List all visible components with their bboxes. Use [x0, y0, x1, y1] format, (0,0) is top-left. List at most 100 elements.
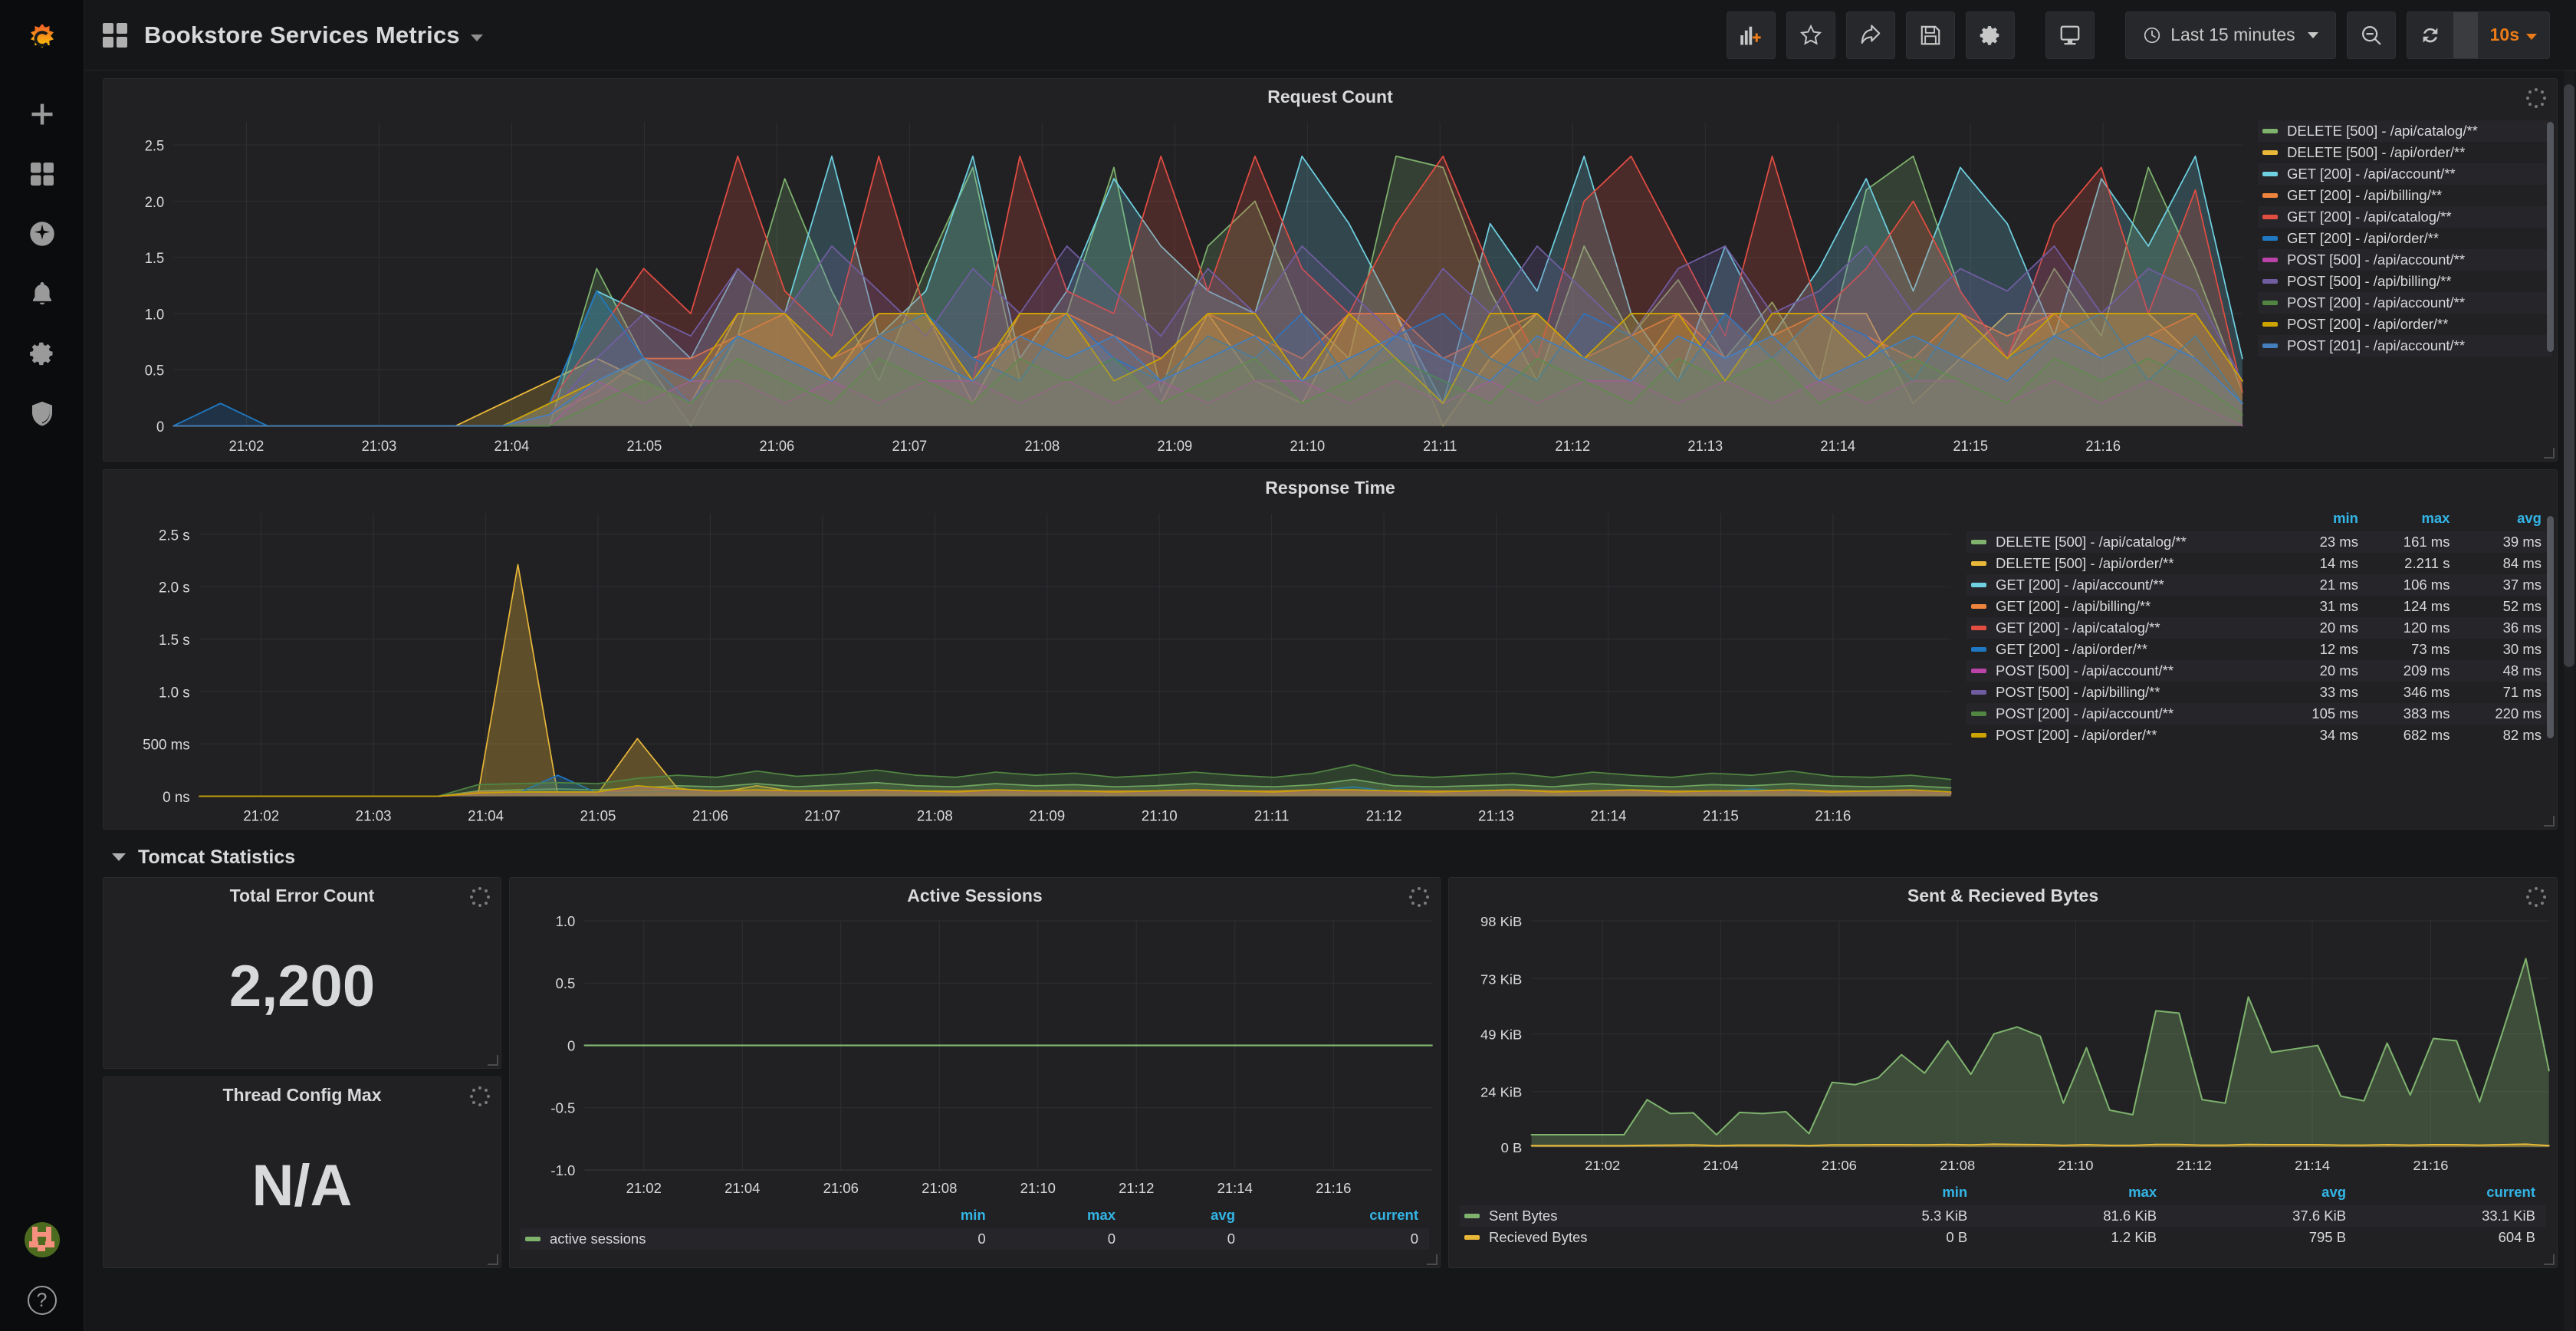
legend-scrollbar[interactable]: [2547, 122, 2554, 352]
refresh-dashboard-button[interactable]: [2407, 12, 2453, 58]
legend-item[interactable]: GET [200] - /api/billing/** 31 ms 124 ms 52…: [1967, 596, 2552, 617]
panel-resize-handle[interactable]: [2544, 1254, 2555, 1265]
legend-header-max[interactable]: max: [2369, 508, 2461, 531]
legend-item[interactable]: active sessions 0 0 0 0: [521, 1228, 1429, 1250]
legend-header-max[interactable]: max: [997, 1205, 1126, 1228]
top-navbar: Bookstore Services Metrics Last 15 minut…: [84, 0, 2576, 71]
time-range-picker[interactable]: Last 15 minutes: [2125, 11, 2336, 59]
panel-resize-handle[interactable]: [2544, 448, 2555, 458]
legend-header-max[interactable]: max: [1978, 1182, 2167, 1205]
panel-header[interactable]: Thread Config Max: [104, 1077, 501, 1112]
legend-item[interactable]: POST [500] - /api/billing/**: [2258, 271, 2552, 292]
legend-header-avg[interactable]: avg: [2167, 1182, 2357, 1205]
x-axis-tick-label: 21:15: [1703, 808, 1739, 824]
dashboard-settings-button[interactable]: [1966, 11, 2016, 59]
panel-resize-handle[interactable]: [488, 1055, 498, 1066]
legend-item[interactable]: GET [200] - /api/order/** 12 ms 73 ms 30 ms: [1967, 639, 2552, 660]
legend-active-sessions[interactable]: min max avg current active sessions 0 0 0 0: [510, 1201, 1440, 1253]
zoom-out-time-range-button[interactable]: [2346, 11, 2396, 59]
legend-sent-received-bytes[interactable]: min max avg current Sent Bytes 5.3 KiB 81.6 Ki…: [1449, 1178, 2557, 1251]
series-line: [199, 564, 1952, 797]
graph-response-time[interactable]: 0 ns 500 ms 1.0 s 1.5 s 2.0 s 2.5 s 21:02 21:03…: [104, 505, 1959, 830]
legend-item[interactable]: Recieved Bytes 0 B 1.2 KiB 795 B 604 B: [1460, 1227, 2546, 1248]
panel-resize-handle[interactable]: [1427, 1254, 1438, 1265]
help-menu[interactable]: ?: [0, 1270, 84, 1331]
graph-sent-received-bytes[interactable]: 0 B 24 KiB 49 KiB 73 KiB 98 KiB 21:02 21:04 21:…: [1449, 913, 2557, 1178]
legend-color-swatch: [1971, 669, 1986, 673]
legend-color-swatch: [1971, 583, 1986, 587]
panel-resize-handle[interactable]: [488, 1254, 498, 1265]
legend-item[interactable]: DELETE [500] - /api/order/** 14 ms 2.211 s…: [1967, 553, 2552, 574]
legend-item[interactable]: POST [200] - /api/order/** 34 ms 682 ms 82 …: [1967, 725, 2552, 746]
bottom-panel-grid: Total Error Count 2,200 Thread Config Ma…: [103, 877, 2558, 1268]
y-axis-tick-label: 24 KiB: [1480, 1085, 1522, 1100]
legend-item[interactable]: POST [200] - /api/order/**: [2258, 314, 2552, 335]
chevron-down-icon[interactable]: [470, 35, 483, 41]
panel-header[interactable]: Response Time: [104, 470, 2557, 505]
legend-item-label-cell: GET [200] - /api/catalog/**: [1967, 617, 2277, 639]
panel-header[interactable]: Active Sessions: [510, 878, 1440, 913]
legend-color-swatch: [2262, 322, 2278, 327]
y-axis-tick-label: 49 KiB: [1480, 1027, 1522, 1043]
legend-item[interactable]: POST [500] - /api/account/** 20 ms 209 ms 4…: [1967, 660, 2552, 682]
panel-resize-handle[interactable]: [2544, 816, 2555, 827]
legend-item[interactable]: GET [200] - /api/catalog/** 20 ms 120 ms 36…: [1967, 617, 2552, 639]
panel-header[interactable]: Sent & Recieved Bytes: [1449, 878, 2557, 913]
graph-active-sessions[interactable]: -1.0 -0.5 0 0.5 1.0 21:02 21:04 21:06 21:08 21:10…: [510, 913, 1440, 1201]
save-dashboard-button[interactable]: [1906, 11, 1956, 59]
legend-item[interactable]: POST [201] - /api/account/**: [2258, 335, 2552, 357]
legend-scrollbar[interactable]: [2547, 516, 2554, 738]
row-tomcat-statistics[interactable]: Tomcat Statistics: [103, 837, 2558, 877]
legend-value-min: 21 ms: [2319, 577, 2358, 593]
user-avatar-menu[interactable]: [0, 1210, 84, 1270]
legend-item[interactable]: GET [200] - /api/account/** 21 ms 106 ms 37…: [1967, 574, 2552, 596]
legend-value-avg: 30 ms: [2502, 641, 2542, 657]
legend-response-time[interactable]: min max avg DELETE [500] - /api/catalog/** 2…: [1959, 505, 2557, 830]
x-axis-tick-label: 21:14: [2295, 1158, 2330, 1173]
legend-header-current[interactable]: current: [1246, 1205, 1429, 1228]
add-panel-button[interactable]: [1727, 11, 1776, 59]
legend-item[interactable]: GET [200] - /api/billing/**: [2258, 185, 2552, 206]
loading-spinner-icon: [1409, 887, 1429, 907]
legend-item[interactable]: POST [200] - /api/account/** 105 ms 383 ms…: [1967, 703, 2552, 725]
legend-header-min[interactable]: min: [2277, 508, 2369, 531]
sidebar-item-dashboards[interactable]: [0, 144, 84, 204]
legend-item[interactable]: POST [500] - /api/account/**: [2258, 249, 2552, 271]
page-scrollbar-thumb[interactable]: [2564, 84, 2574, 667]
sidebar-item-configuration[interactable]: [0, 324, 84, 383]
legend-item[interactable]: DELETE [500] - /api/catalog/** 23 ms 161 m…: [1967, 531, 2552, 553]
panel-header[interactable]: Total Error Count: [104, 878, 501, 913]
legend-header-min[interactable]: min: [1809, 1182, 1978, 1205]
refresh-interval-picker[interactable]: 10s: [2478, 12, 2549, 58]
legend-item[interactable]: GET [200] - /api/account/**: [2258, 163, 2552, 185]
mark-favorite-button[interactable]: [1786, 11, 1836, 59]
chevron-down-icon: [112, 853, 126, 861]
legend-item[interactable]: GET [200] - /api/order/**: [2258, 228, 2552, 249]
legend-item[interactable]: POST [200] - /api/account/**: [2258, 292, 2552, 314]
cycle-view-mode-button[interactable]: [2045, 11, 2095, 59]
graph-request-count[interactable]: 0 0.5 1.0 1.5 2.0 2.5 21:02 21:03 21:04 21:05 21:0…: [104, 114, 2250, 462]
legend-item[interactable]: DELETE [500] - /api/catalog/**: [2258, 120, 2552, 142]
legend-item[interactable]: GET [200] - /api/catalog/**: [2258, 206, 2552, 228]
legend-item[interactable]: POST [500] - /api/billing/** 33 ms 346 ms 7…: [1967, 682, 2552, 703]
legend-color-swatch: [1971, 647, 1986, 652]
sidebar-item-alerting[interactable]: [0, 264, 84, 324]
grafana-logo[interactable]: [0, 0, 84, 84]
gear-icon: [29, 342, 52, 366]
share-dashboard-button[interactable]: [1846, 11, 1896, 59]
x-axis-tick-label: 21:16: [1815, 808, 1851, 824]
y-axis-tick-label: 2.0 s: [159, 580, 190, 596]
y-axis-tick-label: 500 ms: [143, 737, 189, 753]
sidebar-item-create[interactable]: [0, 84, 84, 144]
legend-header-min[interactable]: min: [875, 1205, 997, 1228]
legend-header-avg[interactable]: avg: [2460, 508, 2552, 531]
legend-header-current[interactable]: current: [2357, 1182, 2546, 1205]
page-title: Bookstore Services Metrics: [144, 21, 460, 48]
legend-item[interactable]: DELETE [500] - /api/order/**: [2258, 142, 2552, 163]
legend-header-avg[interactable]: avg: [1126, 1205, 1246, 1228]
sidebar-item-server-admin[interactable]: [0, 383, 84, 443]
legend-item[interactable]: Sent Bytes 5.3 KiB 81.6 KiB 37.6 KiB 33.1 Ki…: [1460, 1205, 2546, 1227]
panel-header[interactable]: Request Count: [104, 79, 2557, 114]
legend-request-count[interactable]: DELETE [500] - /api/catalog/** DELETE [50…: [2250, 114, 2557, 462]
sidebar-item-explore[interactable]: [0, 204, 84, 264]
